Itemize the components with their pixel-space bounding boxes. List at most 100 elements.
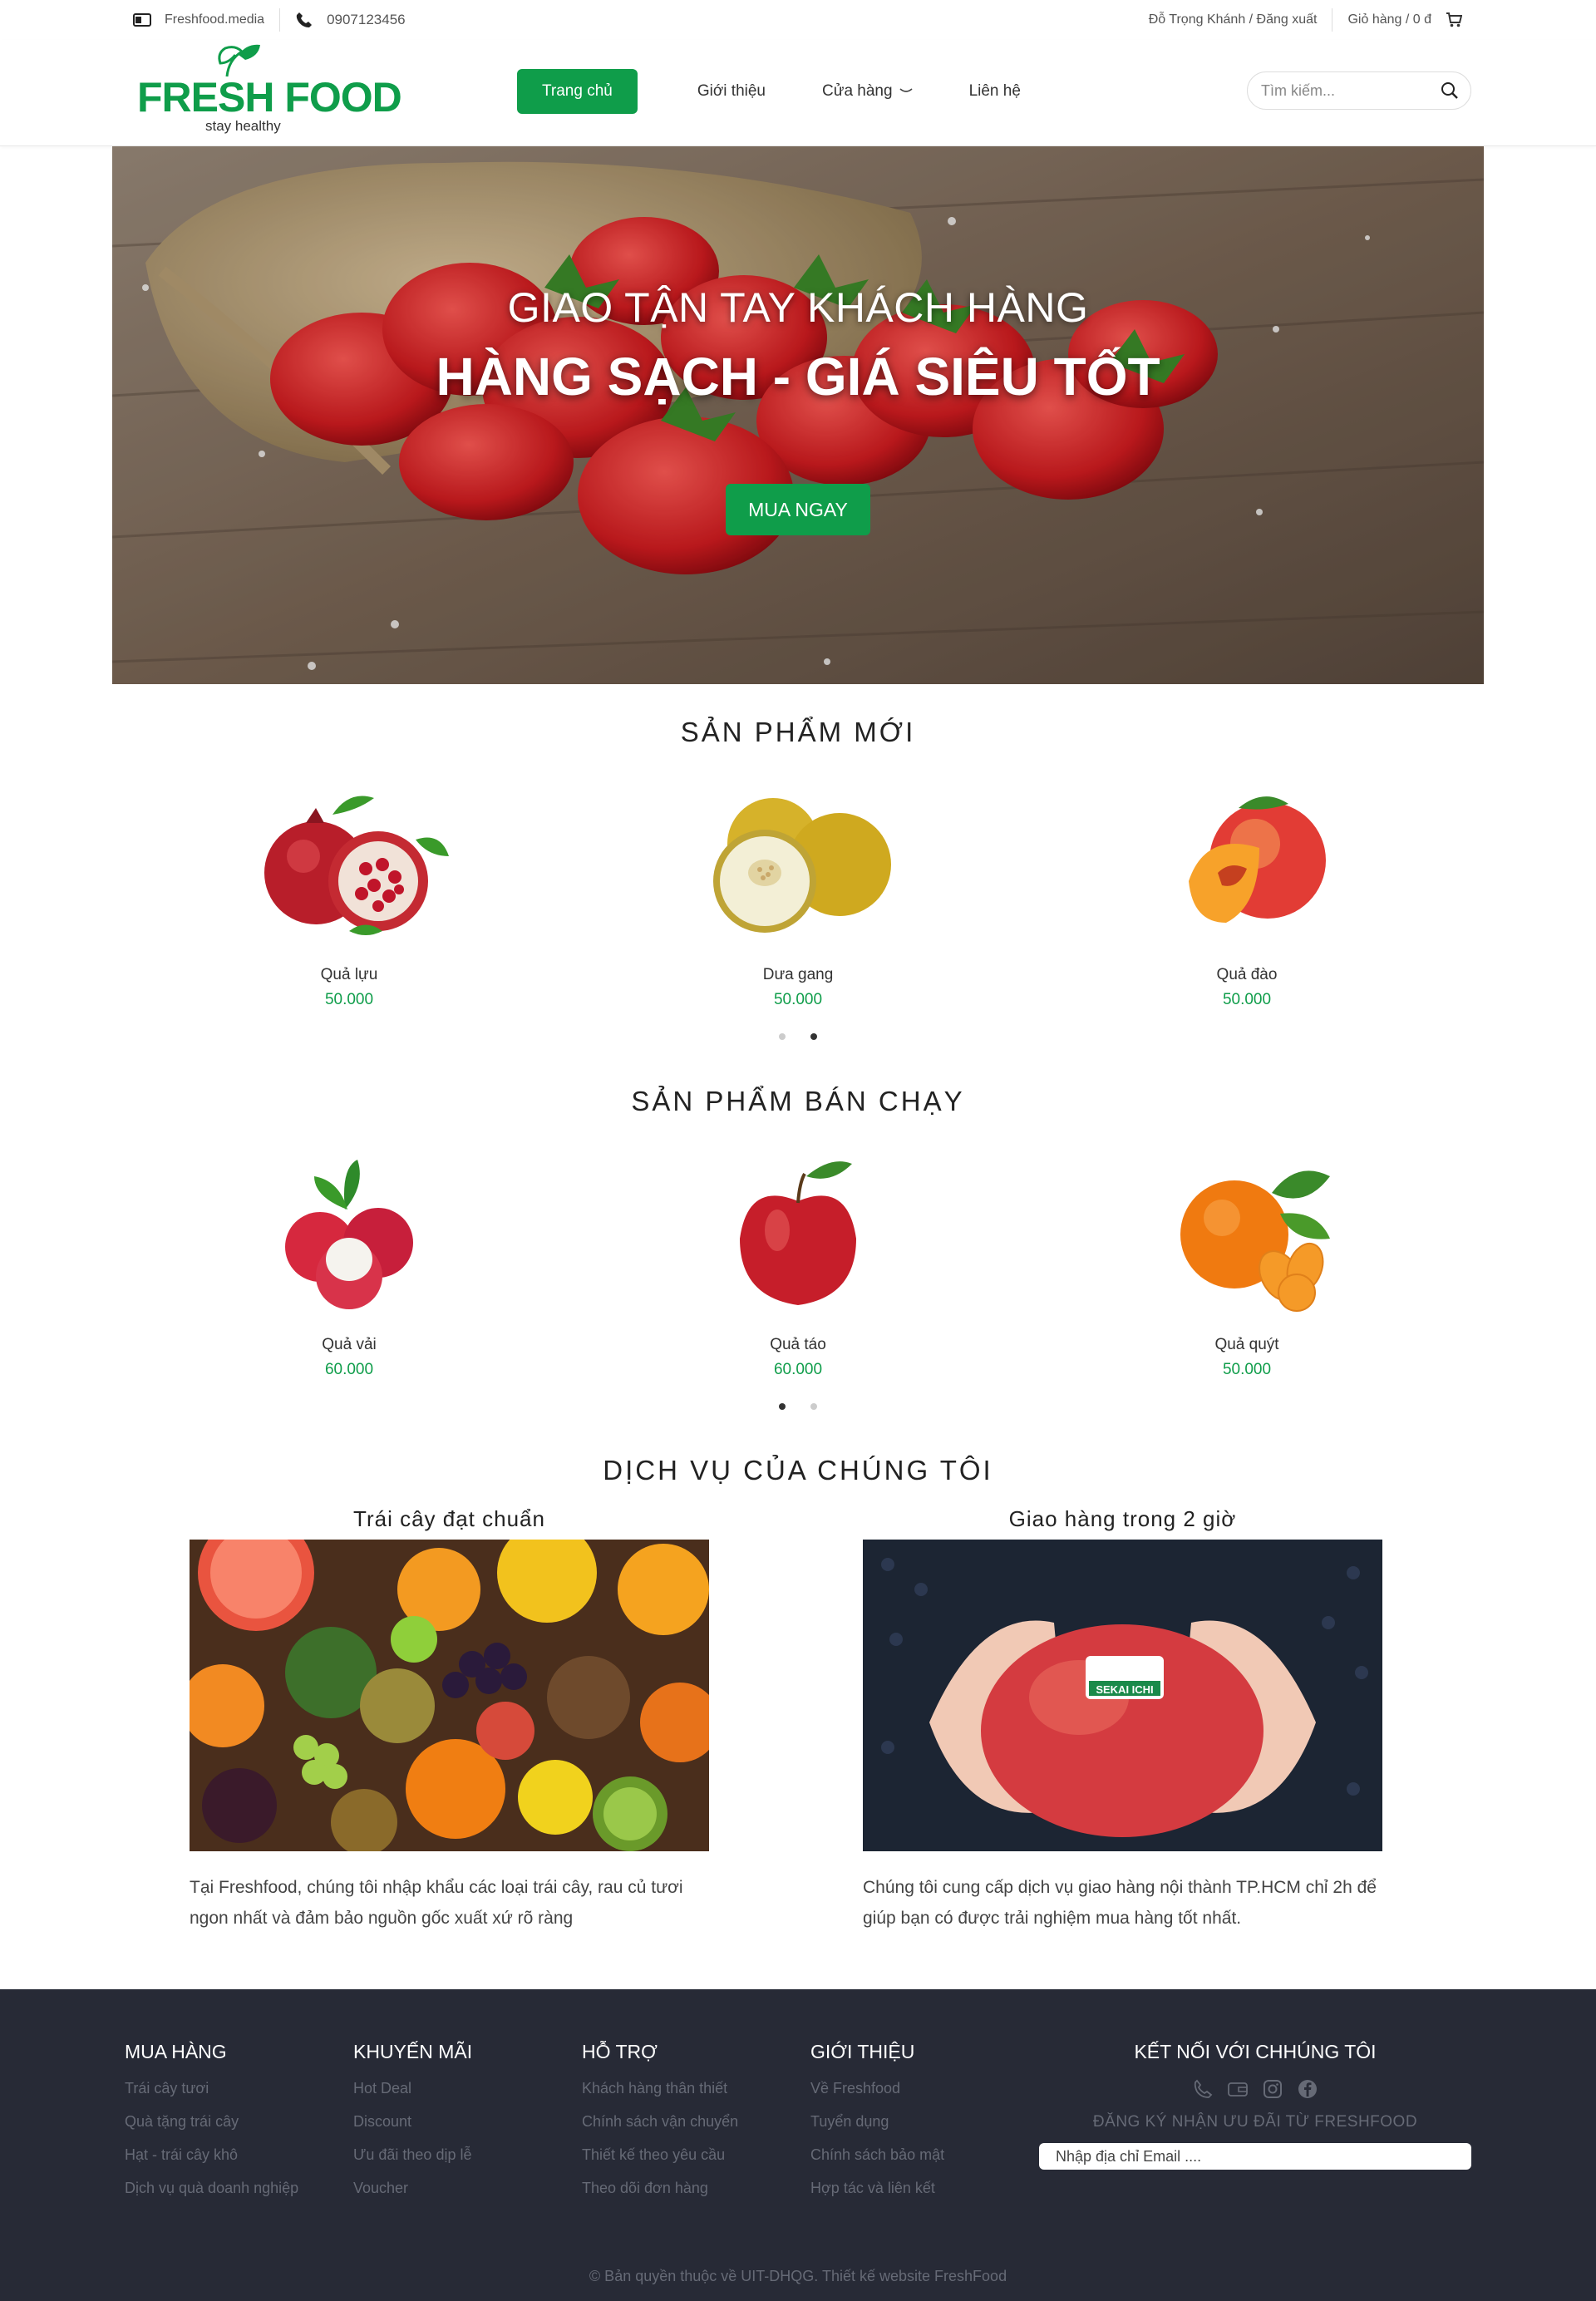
product-price: 50.000 [1222, 991, 1272, 1008]
footer-heading: GIỚI THIỆU [810, 2041, 915, 2062]
top-bar: Freshfood.media 0907123456 Đỗ Trọng Khán… [0, 0, 1596, 40]
product-name: Quả quýt [1214, 1336, 1279, 1353]
apple-in-hands-image: SEKAI ICHI [863, 1540, 1382, 1851]
footer-link[interactable]: Theo dõi đơn hàng [582, 2171, 738, 2205]
footer-column-promotions: KHUYẾN MÃI Hot Deal Discount Ưu đãi theo… [353, 2041, 472, 2205]
footer-link[interactable]: Quà tặng trái cây [125, 2105, 298, 2138]
carousel-dots [0, 1033, 1596, 1040]
logo-tagline: stay healthy [205, 118, 281, 134]
service-description: Chúng tôi cung cấp dịch vụ giao hàng nội… [863, 1878, 1377, 1928]
apple-sticker-text: SEKAI ICHI [1096, 1683, 1153, 1696]
wallet-icon[interactable] [1227, 2078, 1249, 2100]
service-card: Giao hàng trong 2 giờ SEKAI ICHI Chúng t… [863, 1506, 1382, 1928]
product-name: Dưa gang [762, 966, 834, 983]
carousel-dot-active[interactable] [810, 1033, 817, 1040]
peach-image [1122, 773, 1372, 956]
phone-icon[interactable] [1192, 2078, 1214, 2100]
carousel-dot[interactable] [810, 1403, 817, 1410]
product-price: 50.000 [1222, 1361, 1272, 1378]
service-title: Giao hàng trong 2 giờ [1008, 1506, 1237, 1531]
carousel-dot[interactable] [779, 1033, 786, 1040]
service-description: Tại Freshfood, chúng tôi nhập khẩu các l… [190, 1878, 683, 1928]
footer-link[interactable]: Về Freshfood [810, 2072, 944, 2105]
hero-subtitle: GIAO TẬN TAY KHÁCH HÀNG [507, 284, 1089, 331]
product-price: 50.000 [324, 991, 374, 1008]
search-input[interactable] [1261, 81, 1427, 100]
service-card: Trái cây đạt chuẩn Tại Freshfood, chúng … [190, 1506, 709, 1928]
search-box [1247, 71, 1471, 110]
melon-image [673, 773, 923, 956]
mixed-fruits-image [190, 1540, 709, 1851]
product-price: 60.000 [324, 1361, 374, 1378]
product-name: Quả lựu [320, 966, 378, 983]
footer-link[interactable]: Chính sách bảo mật [810, 2138, 944, 2171]
nav-contact[interactable]: Liên hệ [949, 69, 1041, 114]
copyright: © Bản quyền thuộc về UIT-DHQG. Thiết kế … [589, 2268, 1007, 2284]
instagram-icon[interactable] [1262, 2078, 1283, 2100]
footer-link[interactable]: Chính sách vận chuyển [582, 2105, 738, 2138]
phone-icon [295, 11, 313, 29]
main-nav: Trang chủ Giới thiệu Cửa hàng Liên hệ [517, 69, 1057, 114]
divider [279, 8, 281, 32]
nav-about[interactable]: Giới thiệu [677, 69, 786, 114]
nav-store[interactable]: Cửa hàng [802, 69, 933, 114]
media-link[interactable]: Freshfood.media [165, 12, 264, 27]
cart-link[interactable]: Giỏ hàng / 0 đ [1347, 12, 1431, 27]
footer-column-support: HỖ TRỢ Khách hàng thân thiết Chính sách … [582, 2041, 738, 2205]
site-logo[interactable]: FRESH FOOD stay healthy [137, 42, 402, 135]
connect-heading: KẾT NỐI VỚI CHHÚNG TÔI [1134, 2041, 1377, 2062]
product-price: 60.000 [773, 1361, 823, 1378]
product-card[interactable]: Quả quýt 50.000 [1122, 1143, 1372, 1379]
product-name: Quả táo [770, 1336, 826, 1353]
footer-link[interactable]: Voucher [353, 2171, 472, 2205]
lychee-image [224, 1143, 474, 1326]
footer-heading: KHUYẾN MÃI [353, 2041, 473, 2062]
buy-now-button[interactable]: MUA NGAY [726, 484, 870, 535]
site-header: FRESH FOOD stay healthy Trang chủ Giới t… [0, 40, 1596, 146]
footer-link[interactable]: Khách hàng thân thiết [582, 2072, 738, 2105]
logo-brand: FRESH FOOD [137, 74, 402, 121]
hero-title: HÀNG SẠCH - GIÁ SIÊU TỐT [436, 347, 1160, 406]
service-title: Trái cây đạt chuẩn [353, 1506, 545, 1531]
newsletter-label: ĐĂNG KÝ NHẬN ƯU ĐÃI TỪ FRESHFOOD [1092, 2113, 1418, 2131]
product-card[interactable]: Quả đào 50.000 [1122, 773, 1372, 1009]
pomegranate-image [224, 773, 474, 956]
footer-link[interactable]: Trái cây tươi [125, 2072, 298, 2105]
social-icons [1039, 2078, 1471, 2100]
footer-link[interactable]: Discount [353, 2105, 472, 2138]
services-title: DỊCH VỤ CỦA CHÚNG TÔI [603, 1455, 993, 1486]
nav-store-label: Cửa hàng [822, 82, 893, 100]
footer-link[interactable]: Tuyển dụng [810, 2105, 944, 2138]
account-link[interactable]: Đỗ Trọng Khánh / Đăng xuất [1149, 12, 1318, 27]
footer-link[interactable]: Ưu đãi theo dịp lễ [353, 2138, 472, 2171]
product-price: 50.000 [773, 991, 823, 1008]
product-card[interactable]: Dưa gang 50.000 [673, 773, 923, 1009]
nav-home[interactable]: Trang chủ [517, 69, 638, 114]
footer-connect: KẾT NỐI VỚI CHHÚNG TÔI ĐĂNG KÝ NHẬN ƯU Đ… [1039, 2041, 1471, 2170]
product-card[interactable]: Quả lựu 50.000 [224, 773, 474, 1009]
tangerine-image [1122, 1143, 1372, 1326]
strawberry-banner-image [112, 146, 1484, 684]
footer-link[interactable]: Dịch vụ quà doanh nghiệp [125, 2171, 298, 2205]
footer-link[interactable]: Hot Deal [353, 2072, 472, 2105]
chevron-down-icon [899, 88, 913, 92]
footer-link[interactable]: Hợp tác và liên kết [810, 2171, 944, 2205]
product-card[interactable]: Quả vải 60.000 [224, 1143, 474, 1379]
footer-link[interactable]: Thiết kế theo yêu cầu [582, 2138, 738, 2171]
cart-icon[interactable] [1445, 11, 1463, 29]
media-card-icon [133, 11, 151, 29]
best-sellers-title: SẢN PHẨM BÁN CHẠY [631, 1086, 965, 1116]
hero-banner: GIAO TẬN TAY KHÁCH HÀNG HÀNG SẠCH - GIÁ … [112, 146, 1484, 684]
carousel-dots [0, 1403, 1596, 1410]
phone-number[interactable]: 0907123456 [327, 12, 406, 28]
footer-link[interactable]: Hạt - trái cây khô [125, 2138, 298, 2171]
nav-about-label: Giới thiệu [697, 82, 766, 100]
footer-heading: HỖ TRỢ [582, 2041, 658, 2062]
facebook-icon[interactable] [1297, 2078, 1318, 2100]
nav-contact-label: Liên hệ [968, 82, 1021, 100]
product-card[interactable]: Quả táo 60.000 [673, 1143, 923, 1379]
search-icon[interactable] [1441, 81, 1459, 100]
email-field[interactable] [1039, 2143, 1471, 2170]
carousel-dot-active[interactable] [779, 1403, 786, 1410]
product-name: Quả vải [322, 1336, 377, 1353]
